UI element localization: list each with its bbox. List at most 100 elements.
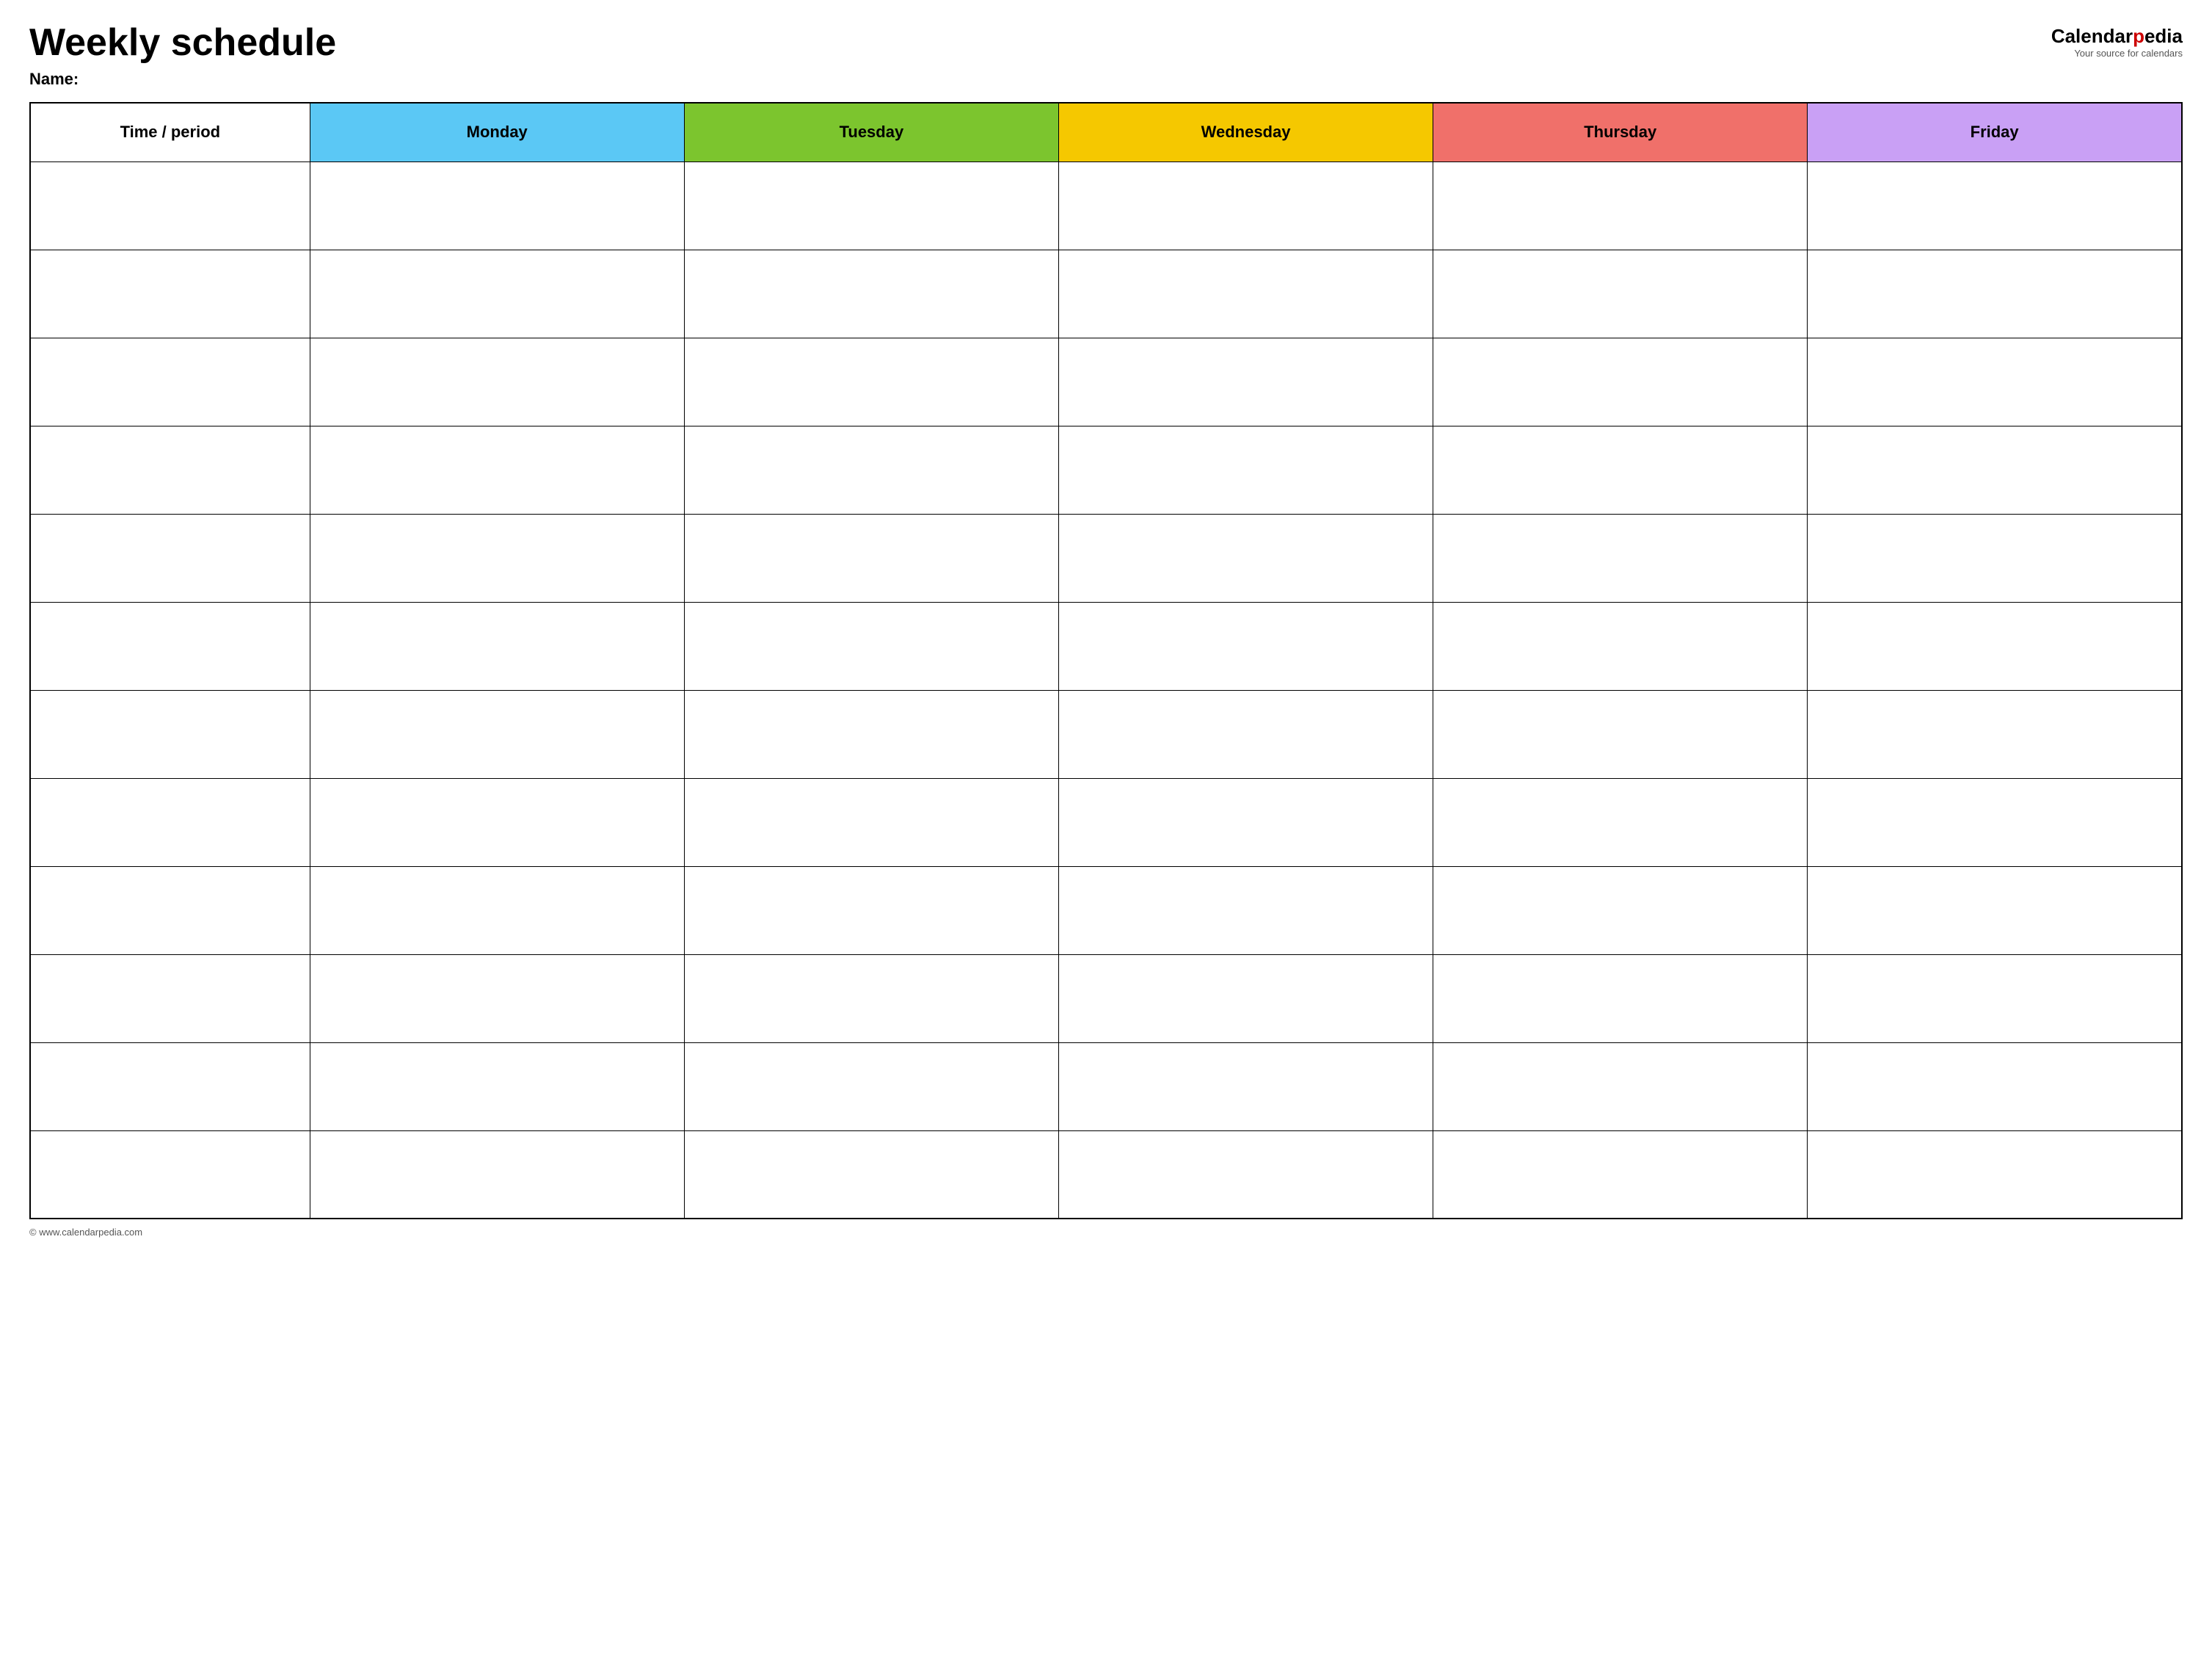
table-cell[interactable]: [684, 514, 1058, 602]
table-cell[interactable]: [1058, 514, 1433, 602]
table-cell[interactable]: [310, 1130, 684, 1219]
logo-tagline: Your source for calendars: [2074, 48, 2183, 59]
table-cell[interactable]: [1058, 1130, 1433, 1219]
table-cell[interactable]: [1058, 426, 1433, 514]
table-cell[interactable]: [684, 1042, 1058, 1130]
table-cell[interactable]: [1433, 250, 1808, 338]
col-header-time: Time / period: [30, 103, 310, 161]
table-cell[interactable]: [1433, 690, 1808, 778]
table-cell[interactable]: [1808, 514, 2182, 602]
header-section: Weekly schedule Name: Calendarpedia Your…: [29, 22, 2183, 89]
table-cell[interactable]: [1433, 1042, 1808, 1130]
table-cell[interactable]: [1808, 690, 2182, 778]
table-cell[interactable]: [1808, 426, 2182, 514]
table-cell[interactable]: [1433, 161, 1808, 250]
table-row: [30, 866, 2182, 954]
col-header-wednesday: Wednesday: [1058, 103, 1433, 161]
table-cell[interactable]: [30, 954, 310, 1042]
table-row: [30, 514, 2182, 602]
table-cell[interactable]: [310, 778, 684, 866]
table-cell[interactable]: [310, 250, 684, 338]
col-header-monday: Monday: [310, 103, 684, 161]
table-cell[interactable]: [1058, 161, 1433, 250]
table-cell[interactable]: [1058, 778, 1433, 866]
table-cell[interactable]: [684, 426, 1058, 514]
table-cell[interactable]: [1808, 602, 2182, 690]
table-cell[interactable]: [310, 1042, 684, 1130]
table-cell[interactable]: [30, 866, 310, 954]
table-cell[interactable]: [1808, 866, 2182, 954]
table-cell[interactable]: [1058, 338, 1433, 426]
name-label: Name:: [29, 70, 336, 89]
table-cell[interactable]: [1058, 866, 1433, 954]
table-cell[interactable]: [1058, 250, 1433, 338]
table-cell[interactable]: [1808, 338, 2182, 426]
col-header-tuesday: Tuesday: [684, 103, 1058, 161]
table-row: [30, 690, 2182, 778]
table-cell[interactable]: [1808, 778, 2182, 866]
table-cell[interactable]: [1433, 778, 1808, 866]
table-cell[interactable]: [684, 866, 1058, 954]
table-cell[interactable]: [30, 250, 310, 338]
table-cell[interactable]: [1808, 1042, 2182, 1130]
table-cell[interactable]: [684, 954, 1058, 1042]
table-cell[interactable]: [310, 514, 684, 602]
table-cell[interactable]: [310, 426, 684, 514]
table-cell[interactable]: [684, 690, 1058, 778]
table-cell[interactable]: [30, 161, 310, 250]
table-cell[interactable]: [310, 602, 684, 690]
table-cell[interactable]: [30, 1042, 310, 1130]
table-cell[interactable]: [684, 602, 1058, 690]
table-cell[interactable]: [30, 690, 310, 778]
page-title: Weekly schedule: [29, 22, 336, 64]
table-cell[interactable]: [1433, 866, 1808, 954]
footer-copyright: © www.calendarpedia.com: [29, 1227, 2183, 1238]
table-cell[interactable]: [1808, 161, 2182, 250]
table-cell[interactable]: [30, 1130, 310, 1219]
table-cell[interactable]: [1058, 954, 1433, 1042]
col-header-thursday: Thursday: [1433, 103, 1808, 161]
table-cell[interactable]: [310, 866, 684, 954]
table-cell[interactable]: [310, 161, 684, 250]
table-cell[interactable]: [1433, 514, 1808, 602]
table-row: [30, 1042, 2182, 1130]
table-cell[interactable]: [684, 1130, 1058, 1219]
table-row: [30, 161, 2182, 250]
logo-p: p: [2133, 25, 2144, 47]
table-cell[interactable]: [1058, 602, 1433, 690]
col-header-friday: Friday: [1808, 103, 2182, 161]
logo-area: Calendarpedia Your source for calendars: [2051, 25, 2183, 59]
table-row: [30, 250, 2182, 338]
logo-calendar: Calendar: [2051, 25, 2133, 47]
table-cell[interactable]: [1808, 954, 2182, 1042]
table-cell[interactable]: [1058, 690, 1433, 778]
table-cell[interactable]: [1433, 1130, 1808, 1219]
table-row: [30, 426, 2182, 514]
table-cell[interactable]: [30, 338, 310, 426]
table-cell[interactable]: [30, 778, 310, 866]
table-cell[interactable]: [30, 514, 310, 602]
table-cell[interactable]: [1433, 602, 1808, 690]
table-cell[interactable]: [684, 338, 1058, 426]
table-cell[interactable]: [30, 602, 310, 690]
table-row: [30, 778, 2182, 866]
schedule-table: Time / period Monday Tuesday Wednesday T…: [29, 102, 2183, 1219]
table-cell[interactable]: [1808, 250, 2182, 338]
title-area: Weekly schedule Name:: [29, 22, 336, 89]
table-cell[interactable]: [1433, 954, 1808, 1042]
table-cell[interactable]: [310, 690, 684, 778]
table-cell[interactable]: [684, 161, 1058, 250]
table-row: [30, 602, 2182, 690]
table-cell[interactable]: [1433, 338, 1808, 426]
table-row: [30, 1130, 2182, 1219]
table-cell[interactable]: [1808, 1130, 2182, 1219]
table-cell[interactable]: [30, 426, 310, 514]
logo-text: Calendarpedia: [2051, 25, 2183, 48]
table-cell[interactable]: [1433, 426, 1808, 514]
table-cell[interactable]: [684, 778, 1058, 866]
table-cell[interactable]: [310, 338, 684, 426]
table-cell[interactable]: [1058, 1042, 1433, 1130]
table-row: [30, 954, 2182, 1042]
table-cell[interactable]: [684, 250, 1058, 338]
table-cell[interactable]: [310, 954, 684, 1042]
